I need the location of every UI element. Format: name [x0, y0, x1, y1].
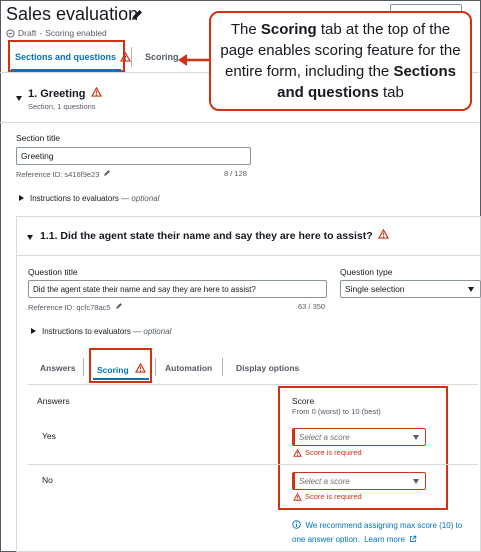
page-title: Sales evaluation: [6, 4, 139, 24]
question-instructions-label: Instructions to evaluators: [42, 327, 131, 336]
edit-reference-pencil-icon[interactable]: [115, 302, 123, 310]
tab-scoring[interactable]: Scoring: [145, 42, 179, 72]
warning-icon: [90, 86, 102, 97]
error-warning-icon: [293, 492, 302, 501]
tab-divider: [131, 47, 132, 67]
question-reference-id: Reference ID: qcfc78ac5: [28, 302, 123, 312]
section-heading-text: 1. Greeting: [28, 88, 86, 100]
dropdown-caret-icon: [413, 434, 419, 440]
section-instructions-label: Instructions to evaluators: [30, 194, 119, 203]
score-error-yes-text: Score is required: [305, 448, 362, 457]
learn-more-link[interactable]: Learn more: [364, 535, 405, 544]
dropdown-caret-icon: [413, 478, 419, 484]
question-char-count: 63 / 350: [298, 302, 326, 311]
question-type-label: Question type: [340, 267, 393, 277]
question-divider: [17, 255, 480, 256]
callout-bold-scoring: Scoring: [260, 21, 317, 38]
question-heading-text: 1.1. Did the agent state their name and …: [40, 230, 373, 242]
status-draft: Draft: [18, 28, 37, 38]
section-instructions-optional: — optional: [121, 194, 160, 203]
question-title-value: Did the agent state their name and say t…: [33, 284, 256, 294]
section-title-value: Greeting: [21, 151, 54, 161]
annotation-callout: The Scoring tab at the top of the page e…: [209, 11, 472, 111]
question-heading: 1.1. Did the agent state their name and …: [40, 228, 389, 242]
expand-instructions-icon[interactable]: [19, 195, 24, 201]
collapse-question-icon[interactable]: [27, 235, 33, 240]
score-recommendation: We recommend assigning max score (10) to…: [292, 518, 477, 546]
question-title-label: Question title: [28, 267, 78, 277]
section-title-input[interactable]: Greeting: [16, 147, 251, 165]
warning-icon: [120, 52, 132, 62]
answer-no: No: [42, 475, 53, 485]
callout-text-1: The: [230, 21, 261, 38]
external-link-icon[interactable]: [409, 535, 417, 543]
answer-yes: Yes: [42, 431, 56, 441]
answer-row-divider: [28, 464, 478, 465]
inner-tabs-divider: [28, 384, 478, 385]
status-scoring: Scoring enabled: [45, 28, 107, 38]
score-error-no-text: Score is required: [305, 492, 362, 501]
section-title-label: Section title: [16, 133, 60, 143]
section-divider: [0, 122, 479, 123]
inner-active-tab-underline: [93, 378, 149, 380]
question-instructions-optional: — optional: [133, 327, 172, 336]
question-reference-text: Reference ID: qcfc78ac5: [28, 303, 111, 312]
section-instructions-toggle[interactable]: Instructions to evaluators — optional: [30, 194, 159, 203]
edit-reference-pencil-icon[interactable]: [103, 169, 111, 177]
callout-arrow-icon: [178, 54, 211, 66]
score-select-yes[interactable]: Select a score: [292, 428, 426, 446]
callout-text-3: tab: [378, 84, 404, 101]
score-column-header: Score: [292, 396, 315, 406]
inner-tab-divider: [155, 358, 156, 376]
inner-tab-divider: [83, 358, 84, 376]
score-select-no-placeholder: Select a score: [299, 476, 350, 486]
inner-tab-automation[interactable]: Automation: [165, 363, 212, 373]
status-row: Draft - Scoring enabled: [6, 28, 107, 38]
edit-title-pencil-icon[interactable]: [130, 8, 144, 22]
score-select-no[interactable]: Select a score: [292, 472, 426, 490]
section-reference-id: Reference ID: s416f9e23: [16, 169, 111, 179]
collapse-section-icon[interactable]: [16, 96, 22, 101]
section-reference-text: Reference ID: s416f9e23: [16, 170, 100, 179]
tab-sections-and-questions[interactable]: Sections and questions: [15, 42, 132, 72]
score-error-yes: Score is required: [293, 448, 362, 457]
inner-tab-answers[interactable]: Answers: [40, 363, 75, 373]
inner-tab-scoring[interactable]: Scoring: [97, 362, 147, 375]
inner-tab-divider: [222, 358, 223, 376]
expand-instructions-icon[interactable]: [31, 328, 36, 334]
score-error-no: Score is required: [293, 492, 362, 501]
tab-scoring-label: Scoring: [145, 52, 179, 62]
inner-tab-display-options[interactable]: Display options: [236, 363, 299, 373]
active-tab-underline: [11, 69, 121, 71]
question-title-input[interactable]: Did the agent state their name and say t…: [28, 280, 327, 298]
section-subtitle: Section, 1 questions: [28, 102, 96, 111]
warning-icon: [134, 362, 147, 373]
section-char-count: 8 / 128: [224, 169, 247, 178]
section-title-heading: 1. Greeting: [28, 86, 102, 100]
question-type-value: Single selection: [345, 284, 405, 294]
info-icon: [292, 520, 301, 529]
question-instructions-toggle[interactable]: Instructions to evaluators — optional: [42, 327, 171, 336]
question-type-select[interactable]: Single selection: [340, 280, 481, 298]
error-warning-icon: [293, 448, 302, 457]
warning-icon: [377, 228, 389, 239]
inner-tab-scoring-label: Scoring: [97, 365, 129, 375]
draft-status-icon: [6, 28, 15, 38]
score-range-hint: From 0 (worst) to 10 (best): [292, 407, 381, 416]
answers-column-header: Answers: [37, 396, 70, 406]
status-separator: -: [39, 28, 43, 38]
tab-sections-label: Sections and questions: [15, 52, 117, 62]
score-select-yes-placeholder: Select a score: [299, 432, 350, 442]
dropdown-caret-icon: [468, 286, 474, 292]
